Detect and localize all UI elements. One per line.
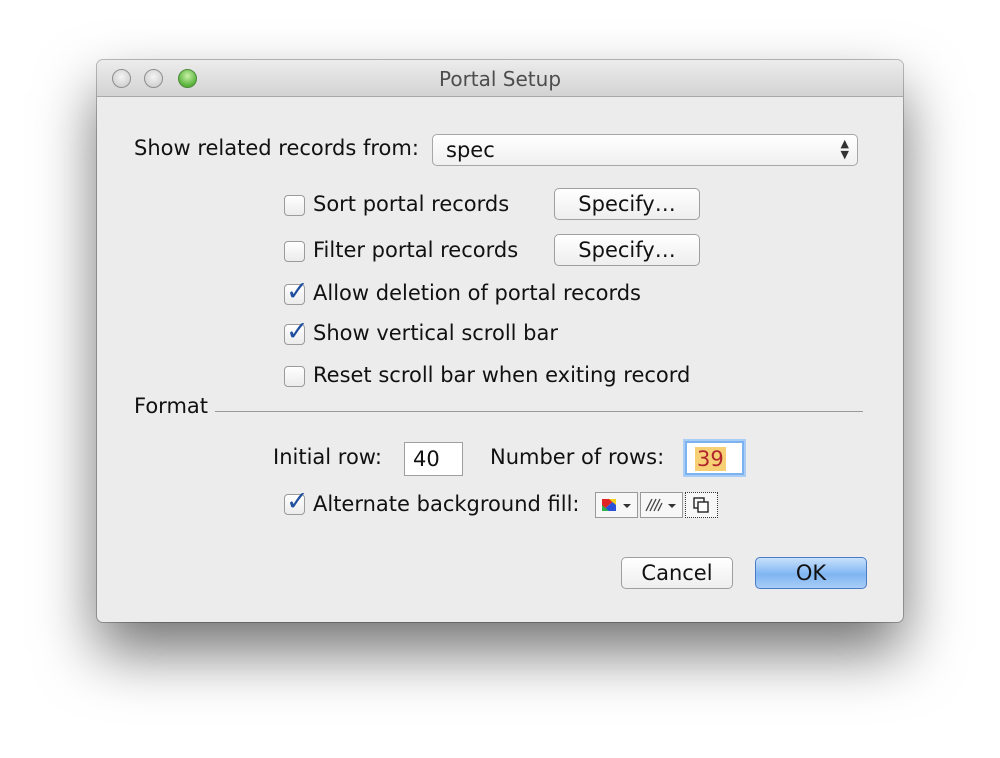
checkmark-icon: ✓: [286, 316, 309, 347]
cancel-button[interactable]: Cancel: [621, 557, 733, 589]
portal-setup-dialog: Portal Setup Show related records from: …: [97, 60, 903, 622]
checkmark-icon: ✓: [286, 486, 309, 517]
popup-arrows-icon: ▲ ▼: [840, 137, 849, 161]
sort-records-label: Sort portal records: [313, 192, 510, 216]
sort-specify-button[interactable]: Specify…: [554, 188, 700, 220]
reset-scroll-label: Reset scroll bar when exiting record: [313, 363, 691, 387]
fill-effect-picker[interactable]: [685, 492, 718, 518]
color-palette-icon: [602, 499, 631, 511]
window-title: Portal Setup: [438, 67, 562, 91]
pattern-icon: [645, 498, 676, 512]
filter-specify-button[interactable]: Specify…: [554, 234, 700, 266]
related-records-popup[interactable]: spec ▲ ▼: [432, 134, 858, 166]
ok-button[interactable]: OK: [755, 557, 867, 589]
allow-deletion-label: Allow deletion of portal records: [313, 281, 642, 305]
checkmark-icon: ✓: [286, 276, 309, 307]
sort-records-checkbox[interactable]: [284, 195, 305, 216]
reset-scroll-checkbox[interactable]: [284, 366, 305, 387]
vertical-scroll-label: Show vertical scroll bar: [313, 321, 558, 345]
number-of-rows-value: 39: [695, 447, 726, 471]
related-records-value: spec: [446, 138, 495, 162]
alternate-fill-label: Alternate background fill:: [313, 492, 580, 516]
fill-pattern-picker[interactable]: [640, 492, 683, 518]
initial-row-label: Initial row:: [273, 445, 382, 469]
filter-records-checkbox[interactable]: [284, 241, 305, 262]
related-records-label: Show related records from:: [134, 136, 419, 160]
format-divider: [215, 411, 863, 412]
allow-deletion-checkbox[interactable]: ✓: [284, 276, 309, 307]
alternate-fill-checkbox[interactable]: ✓: [284, 486, 309, 517]
title-bar: Portal Setup: [97, 60, 903, 97]
number-of-rows-input[interactable]: 39: [685, 441, 744, 475]
filter-records-label: Filter portal records: [313, 238, 519, 262]
fill-color-picker[interactable]: [595, 492, 638, 518]
number-of-rows-label: Number of rows:: [490, 445, 665, 469]
vertical-scroll-checkbox[interactable]: ✓: [284, 316, 309, 347]
overlap-squares-icon: [693, 497, 709, 513]
format-group-label: Format: [134, 394, 209, 418]
initial-row-input[interactable]: 40: [404, 442, 463, 476]
